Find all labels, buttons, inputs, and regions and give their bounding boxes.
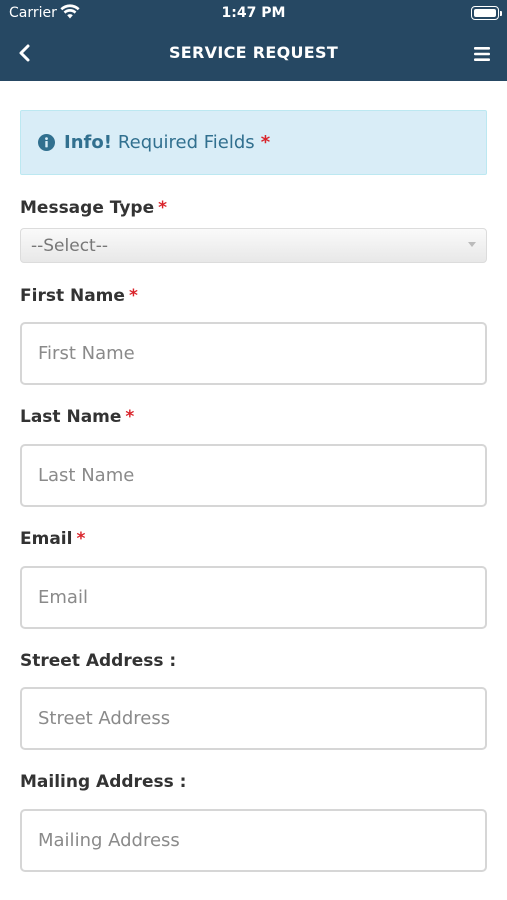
street-address-input[interactable]	[20, 687, 487, 750]
message-type-selected-value: --Select--	[31, 236, 108, 256]
email-input[interactable]	[20, 566, 487, 629]
status-time: 1:47 PM	[221, 5, 286, 21]
caret-down-icon	[468, 242, 476, 247]
message-type-select[interactable]: --Select--	[20, 228, 487, 263]
info-text: Required Fields	[117, 132, 255, 153]
required-star: *	[76, 529, 86, 549]
required-star: *	[125, 407, 135, 427]
last-name-label: Last Name *	[20, 407, 134, 427]
email-label: Email *	[20, 529, 85, 549]
message-type-label-text: Message Type	[20, 198, 155, 218]
mailing-address-label: Mailing Address :	[20, 772, 187, 792]
info-alert: Info! Required Fields *	[20, 110, 487, 175]
email-label-text: Email	[20, 529, 73, 549]
first-name-input[interactable]	[20, 322, 487, 385]
battery-icon	[471, 6, 502, 20]
page-title: SERVICE REQUEST	[168, 43, 339, 62]
status-bar: Carrier 1:47 PM	[0, 0, 507, 27]
first-name-label: First Name *	[20, 286, 138, 306]
mailing-address-input[interactable]	[20, 809, 487, 872]
street-address-label: Street Address :	[20, 651, 177, 671]
nav-bar: SERVICE REQUEST	[0, 27, 507, 81]
app-header: Carrier 1:47 PM SERVICE REQUEST	[0, 0, 507, 81]
last-name-input[interactable]	[20, 444, 487, 507]
info-circle-icon	[38, 134, 55, 151]
required-star: *	[260, 132, 271, 153]
required-star: *	[128, 286, 138, 306]
menu-button[interactable]	[469, 41, 495, 67]
first-name-label-text: First Name	[20, 286, 125, 306]
hamburger-menu-icon	[474, 47, 490, 61]
last-name-label-text: Last Name	[20, 407, 122, 427]
required-star: *	[158, 198, 168, 218]
info-strong-label: Info!	[64, 132, 112, 153]
message-type-label: Message Type *	[20, 198, 167, 218]
